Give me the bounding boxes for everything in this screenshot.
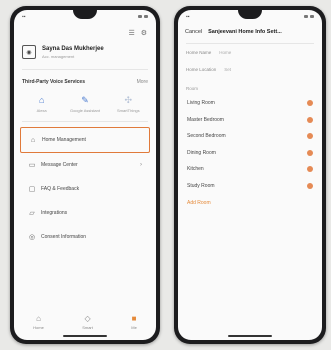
status-icons xyxy=(138,15,148,18)
menu-home-management[interactable]: ⌂ Home Management xyxy=(20,127,150,153)
room-row[interactable]: Study Room xyxy=(178,178,322,195)
tab-home[interactable]: ⌂ Home xyxy=(33,314,44,330)
service-alexa[interactable]: ⌂ Alexa xyxy=(26,95,58,113)
bottom-tab-bar: ⌂ Home ◇ Smart ■ Me xyxy=(14,314,156,330)
service-label: Alexa xyxy=(36,108,47,113)
rooms-section-label: Room xyxy=(186,86,199,91)
nav-bar: Cancel Sanjeevani Home Info Sett... xyxy=(178,23,322,43)
home-management-icon: ⌂ xyxy=(30,136,36,144)
right-phone: ▪▪ Cancel Sanjeevani Home Info Sett... H… xyxy=(174,6,326,344)
room-row[interactable]: Second Bedroom xyxy=(178,128,322,145)
delete-room-icon[interactable] xyxy=(307,166,313,173)
room-name: Living Room xyxy=(187,100,215,107)
room-name: Second Bedroom xyxy=(187,133,226,140)
status-icons xyxy=(304,15,314,18)
settings-icon[interactable]: ⚙ xyxy=(141,29,147,37)
top-icons: ☰ ⚙ xyxy=(14,23,156,37)
faq-icon: ▢ xyxy=(28,186,36,193)
menu-label: Home Management xyxy=(42,137,86,143)
home-icon: ⌂ xyxy=(36,314,41,323)
tab-label: Smart xyxy=(82,325,93,330)
delete-room-icon[interactable] xyxy=(307,182,313,189)
right-screen: ▪▪ Cancel Sanjeevani Home Info Sett... H… xyxy=(178,10,322,340)
delete-room-icon[interactable] xyxy=(307,116,313,123)
cancel-button[interactable]: Cancel xyxy=(185,29,202,35)
avatar: ◉ xyxy=(22,45,36,59)
service-google[interactable]: ✎ Google Assistant xyxy=(69,95,101,113)
left-phone: ▪▪ ☰ ⚙ ◉ Sayna Das Mukherjee Acc. manage… xyxy=(10,6,160,344)
tab-me[interactable]: ■ Me xyxy=(131,314,137,330)
tab-label: Me xyxy=(131,325,137,330)
room-name: Master Bedroom xyxy=(187,116,224,123)
delete-room-icon[interactable] xyxy=(307,100,313,107)
delete-room-icon[interactable] xyxy=(307,149,313,156)
menu-label: Consent Information xyxy=(41,234,87,240)
field-home-location[interactable]: Home Location Set xyxy=(178,61,322,78)
smartthings-icon: ✣ xyxy=(124,95,133,105)
privacy-icon: ◎ xyxy=(28,234,36,241)
service-smartthings[interactable]: ✣ SmartThings xyxy=(112,95,144,113)
divider xyxy=(22,121,148,122)
profile-name: Sayna Das Mukherjee xyxy=(42,45,104,52)
home-indicator xyxy=(63,335,107,337)
room-name: Kitchen xyxy=(187,166,204,173)
menu-integrations[interactable]: ▱ Integrations xyxy=(20,201,150,225)
status-time: ▪▪ xyxy=(22,13,26,20)
room-row[interactable]: Living Room xyxy=(178,95,322,112)
field-value: Home xyxy=(219,50,232,55)
google-icon: ✎ xyxy=(81,95,89,105)
profile-icon: ■ xyxy=(131,314,137,323)
add-room-button[interactable]: Add Room xyxy=(178,194,322,212)
chevron-right-icon: › xyxy=(140,162,142,168)
left-screen: ▪▪ ☰ ⚙ ◉ Sayna Das Mukherjee Acc. manage… xyxy=(14,10,156,340)
home-indicator xyxy=(228,335,272,337)
menu-message-center[interactable]: ▭ Message Center › xyxy=(20,153,150,177)
room-row[interactable]: Dining Room xyxy=(178,145,322,162)
field-value: Set xyxy=(224,67,232,72)
services-more-link[interactable]: More xyxy=(137,79,148,85)
tab-smart[interactable]: ◇ Smart xyxy=(82,314,93,330)
smart-icon: ◇ xyxy=(84,314,91,323)
services-title: Third-Party Voice Services xyxy=(22,79,85,85)
delete-room-icon[interactable] xyxy=(307,133,313,140)
more-services-icon: ▱ xyxy=(29,210,35,217)
menu-label: Integrations xyxy=(41,210,68,216)
field-label: Home Name xyxy=(186,50,212,55)
message-center-icon: ▭ xyxy=(28,162,36,169)
menu-faq[interactable]: ▢ FAQ & Feedback xyxy=(20,177,150,201)
page-title: Sanjeevani Home Info Sett... xyxy=(208,29,282,35)
service-label: Google Assistant xyxy=(69,108,100,113)
profile-subtitle: Acc. management xyxy=(42,53,75,59)
services-header: Third-Party Voice Services More xyxy=(14,70,156,91)
room-row[interactable]: Master Bedroom xyxy=(178,112,322,129)
tab-label: Home xyxy=(33,325,44,330)
status-time: ▪▪ xyxy=(186,13,190,20)
voice-services: ⌂ Alexa ✎ Google Assistant ✣ SmartThings xyxy=(14,91,156,121)
field-home-name[interactable]: Home Name Home xyxy=(178,44,322,61)
menu-label: Message Center xyxy=(41,162,78,168)
menu-consent[interactable]: ◎ Consent Information xyxy=(20,225,150,249)
menu-label: FAQ & Feedback xyxy=(41,186,80,192)
service-label: SmartThings xyxy=(116,108,140,113)
alexa-icon: ⌂ xyxy=(38,95,45,105)
profile-header[interactable]: ◉ Sayna Das Mukherjee Acc. management xyxy=(14,37,156,69)
room-name: Study Room xyxy=(187,182,215,189)
field-label: Home Location xyxy=(186,67,217,72)
room-row[interactable]: Kitchen xyxy=(178,161,322,178)
room-name: Dining Room xyxy=(187,149,216,156)
scan-icon[interactable]: ☰ xyxy=(128,29,134,37)
